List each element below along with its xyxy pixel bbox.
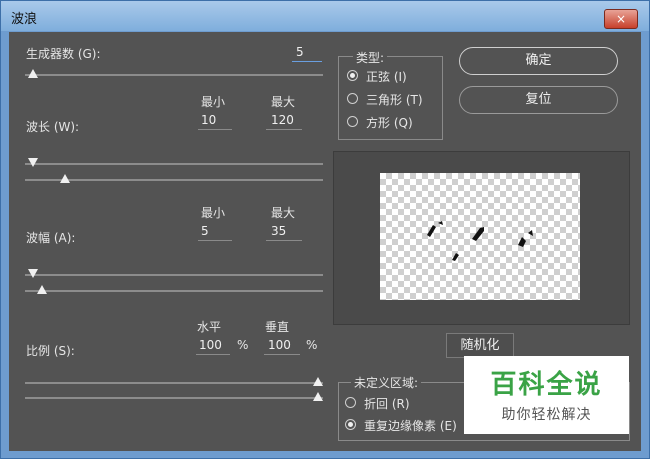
amplitude-max-input[interactable]: 35: [271, 224, 286, 238]
randomize-button[interactable]: 随机化: [446, 333, 514, 358]
scale-horizontal-label: 水平: [197, 320, 222, 334]
amplitude-min-slider-thumb[interactable]: [27, 269, 38, 278]
scale-horizontal-slider-track[interactable]: [25, 382, 323, 384]
wave-dialog: 波浪 × 生成器数 (G): 5 最小 最大 波长 (W): 10 120 最小…: [0, 0, 650, 459]
repeat-edge-radio[interactable]: [345, 419, 356, 430]
amplitude-max-underline: [266, 240, 302, 241]
generators-input[interactable]: 5: [296, 45, 304, 59]
type-square-label: 方形 (Q): [366, 116, 413, 130]
watermark-slogan: 助你轻松解决: [501, 407, 592, 423]
wavelength-min-slider-thumb[interactable]: [27, 158, 38, 167]
scale-vertical-underline: [264, 354, 300, 355]
repeat-edge-label: 重复边缘像素 (E): [364, 419, 457, 433]
ok-button[interactable]: 确定: [459, 47, 618, 75]
wavelength-min-input[interactable]: 10: [201, 113, 216, 127]
scale-horizontal-unit: %: [237, 338, 249, 352]
generators-label: 生成器数 (G):: [26, 47, 101, 61]
wavelength-min-slider-track[interactable]: [25, 163, 323, 165]
wavelength-label: 波长 (W):: [26, 120, 80, 134]
wavelength-max-label: 最大: [271, 95, 296, 109]
wrap-around-label: 折回 (R): [364, 397, 410, 411]
amplitude-max-slider-thumb[interactable]: [36, 285, 47, 294]
preview-panel: [333, 151, 630, 325]
type-sine-radio[interactable]: [347, 70, 358, 81]
wavelength-min-label: 最小: [201, 95, 226, 109]
scale-label: 比例 (S):: [26, 344, 75, 358]
watermark-brand: 百科全说: [490, 370, 603, 400]
close-icon: ×: [615, 12, 627, 26]
amplitude-min-slider-track[interactable]: [25, 274, 323, 276]
title-bar[interactable]: 波浪 ×: [1, 1, 649, 31]
wavelength-max-slider-track[interactable]: [25, 179, 323, 181]
scale-vertical-unit: %: [306, 338, 318, 352]
type-square-radio[interactable]: [347, 116, 358, 127]
preview-wave-shapes: [427, 221, 533, 261]
scale-vertical-input[interactable]: 100: [268, 338, 291, 352]
amplitude-min-label: 最小: [201, 206, 226, 220]
wavelength-max-underline: [266, 129, 302, 130]
amplitude-label: 波幅 (A):: [26, 231, 76, 245]
scale-vertical-label: 垂直: [265, 320, 290, 334]
type-group-title: 类型:: [353, 49, 388, 66]
scale-horizontal-input[interactable]: 100: [199, 338, 222, 352]
dialog-title: 波浪: [11, 12, 38, 27]
scale-horizontal-underline: [196, 354, 230, 355]
scale-vertical-slider-track[interactable]: [25, 397, 323, 399]
wrap-around-radio[interactable]: [345, 397, 356, 408]
scale-vertical-slider-thumb[interactable]: [313, 392, 323, 401]
generators-slider-track[interactable]: [25, 74, 323, 76]
watermark: 百科全说 助你轻松解决: [464, 356, 629, 434]
amplitude-min-input[interactable]: 5: [201, 224, 209, 238]
wavelength-min-underline: [198, 129, 232, 130]
scale-horizontal-slider-thumb[interactable]: [313, 377, 323, 386]
close-button[interactable]: ×: [604, 9, 638, 29]
amplitude-min-underline: [198, 240, 232, 241]
generators-slider-thumb[interactable]: [27, 69, 38, 78]
generators-input-underline: [292, 61, 322, 62]
amplitude-max-slider-track[interactable]: [25, 290, 323, 292]
undefined-area-title: 未定义区域:: [351, 374, 422, 391]
type-sine-label: 正弦 (I): [366, 70, 407, 84]
dialog-body: 生成器数 (G): 5 最小 最大 波长 (W): 10 120 最小 最大 波…: [9, 32, 641, 451]
wavelength-max-input[interactable]: 120: [271, 113, 294, 127]
reset-button[interactable]: 复位: [459, 86, 618, 114]
type-triangle-label: 三角形 (T): [366, 93, 423, 107]
wavelength-max-slider-thumb[interactable]: [59, 174, 70, 183]
amplitude-max-label: 最大: [271, 206, 296, 220]
preview-canvas: [380, 173, 580, 300]
type-triangle-radio[interactable]: [347, 93, 358, 104]
